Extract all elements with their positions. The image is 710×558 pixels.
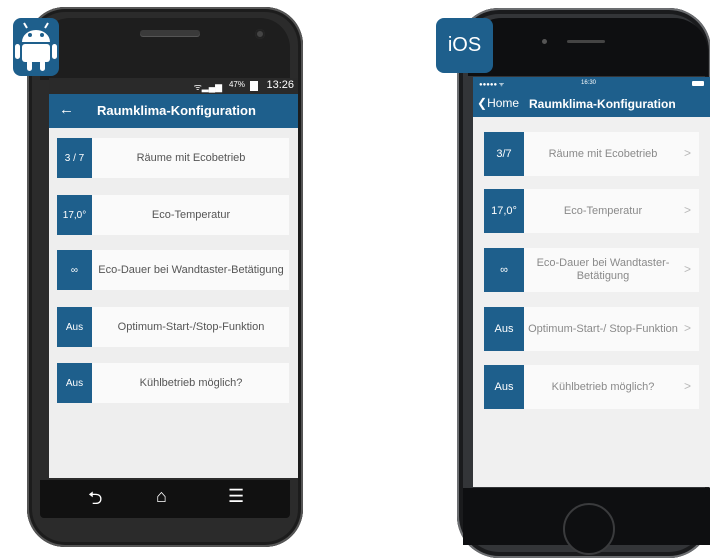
item-label: Kühlbetrieb möglich? <box>551 380 655 393</box>
iphone-top-bezel <box>468 18 708 76</box>
android-status-bar: ᯤ▂▄▆ 47% 13:26 <box>49 78 298 94</box>
item-label: Optimum-Start-/Stop-Funktion <box>117 320 265 333</box>
list-item-optimum-start-stop[interactable]: Aus Optimum-Start-/Stop-Funktion <box>57 307 289 347</box>
chevron-right-icon: > <box>683 146 691 160</box>
ios-status-bar: ●●●●● ᯤ 16:30 <box>473 77 710 91</box>
item-value: 3 / 7 <box>57 138 92 178</box>
android-nav-bar: ⮌ ⌂ ☰ <box>40 480 290 518</box>
list-item-cooling[interactable]: Aus Kühlbetrieb möglich? <box>57 363 289 403</box>
item-value: ∞ <box>57 250 92 290</box>
android-robot-icon <box>13 18 59 76</box>
iphone-camera <box>542 39 547 44</box>
android-screen: ᯤ▂▄▆ 47% 13:26 ← Raumklima-Konfiguration… <box>49 78 298 478</box>
list-item-eco-rooms[interactable]: 3 / 7 Räume mit Ecobetrieb <box>57 138 289 178</box>
android-top-bezel <box>40 18 290 80</box>
arrow-left-icon[interactable]: ← <box>59 101 74 118</box>
back-nav-icon[interactable]: ⮌ <box>88 486 102 516</box>
chevron-right-icon: > <box>683 262 691 276</box>
page-title: Raumklima-Konfiguration <box>529 97 676 111</box>
chevron-right-icon: > <box>683 203 691 217</box>
back-label: Home <box>487 96 520 110</box>
android-speaker <box>140 30 200 36</box>
home-back-button[interactable]: ❮Home <box>477 96 519 110</box>
item-label: Eco-Temperatur <box>151 208 231 221</box>
list-item-eco-duration[interactable]: ∞ Eco-Dauer bei Wandtaster-Betätigung <box>57 250 289 290</box>
battery-icon <box>692 81 704 86</box>
list-item-optimum-start-stop[interactable]: Aus Optimum-Start-/ Stop-Funktion > <box>484 307 699 351</box>
item-value: Aus <box>484 365 524 409</box>
item-label: Optimum-Start-/ Stop-Funktion <box>528 322 678 335</box>
home-button[interactable] <box>563 503 615 555</box>
android-app-bar: ← Raumklima-Konfiguration <box>49 94 298 128</box>
item-label: Eco-Temperatur <box>563 204 643 217</box>
list-item-eco-rooms[interactable]: 3/7 Räume mit Ecobetrieb > <box>484 132 699 176</box>
item-label: Räume mit Ecobetrieb <box>548 147 658 160</box>
list-item-eco-temperature[interactable]: 17,0° Eco-Temperatur > <box>484 189 699 233</box>
carrier-signal: ●●●●● ᯤ <box>479 82 505 88</box>
item-value: 17,0° <box>57 195 92 235</box>
chevron-left-icon: ❮ <box>477 96 488 110</box>
list-item-eco-temperature[interactable]: 17,0° Eco-Temperatur <box>57 195 289 235</box>
item-label: Kühlbetrieb möglich? <box>139 376 243 389</box>
ios-nav-bar: ❮Home Raumklima-Konfiguration <box>473 91 710 117</box>
ios-screen: ●●●●● ᯤ 16:30 ❮Home Raumklima-Konfigurat… <box>473 77 710 487</box>
item-label: Räume mit Ecobetrieb <box>136 151 246 164</box>
menu-nav-icon[interactable]: ☰ <box>228 486 244 507</box>
item-value: Aus <box>484 307 524 351</box>
wifi-signal-icon: ᯤ▂▄▆ <box>193 82 222 92</box>
iphone-speaker <box>567 40 605 43</box>
item-value: ∞ <box>484 248 524 292</box>
item-label: Eco-Dauer bei Wandtaster-Betätigung <box>536 257 670 282</box>
chevron-right-icon: > <box>683 321 691 335</box>
page-title: Raumklima-Konfiguration <box>97 103 256 118</box>
item-value: 3/7 <box>484 132 524 176</box>
item-value: 17,0° <box>484 189 524 233</box>
list-item-eco-duration[interactable]: ∞ Eco-Dauer bei Wandtaster-Betätigung > <box>484 248 699 292</box>
item-label: Eco-Dauer bei Wandtaster-Betätigung <box>98 263 284 276</box>
battery-icon <box>250 81 258 91</box>
status-time: 13:26 <box>266 79 294 91</box>
item-value: Aus <box>57 307 92 347</box>
home-nav-icon[interactable]: ⌂ <box>156 486 167 507</box>
status-time: 16:30 <box>581 80 597 86</box>
android-camera <box>255 29 265 39</box>
item-value: Aus <box>57 363 92 403</box>
ios-badge: iOS <box>436 18 493 73</box>
battery-percent: 47% <box>228 80 245 89</box>
list-item-cooling[interactable]: Aus Kühlbetrieb möglich? > <box>484 365 699 409</box>
chevron-right-icon: > <box>683 379 691 393</box>
